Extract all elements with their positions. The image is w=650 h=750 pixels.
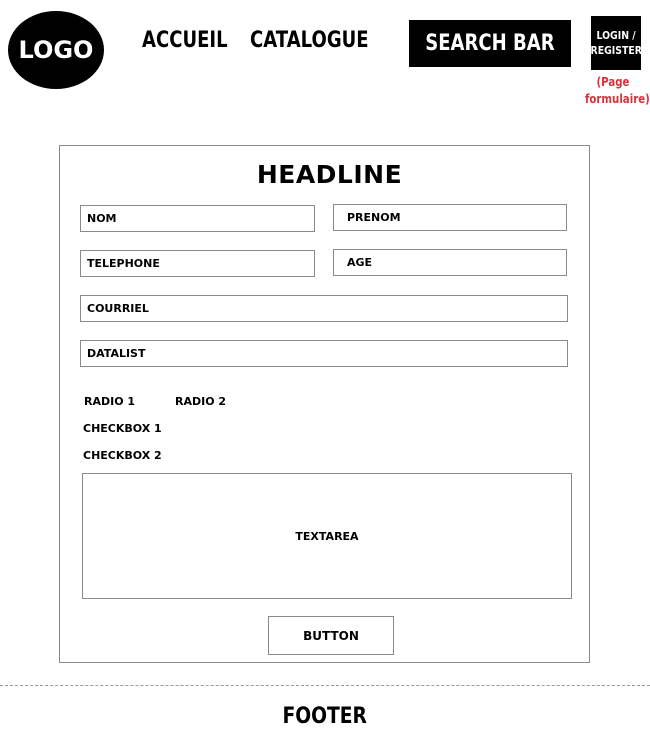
- checkbox-1[interactable]: CHECKBOX 1: [83, 422, 162, 435]
- telephone-field[interactable]: TELEPHONE: [80, 250, 315, 277]
- nom-placeholder: NOM: [87, 212, 117, 225]
- logo-text: LOGO: [18, 36, 94, 64]
- radio-2[interactable]: RADIO 2: [175, 395, 226, 408]
- checkbox-2[interactable]: CHECKBOX 2: [83, 449, 162, 462]
- prenom-placeholder: PRENOM: [347, 211, 401, 224]
- footer-divider: [0, 685, 650, 686]
- nom-field[interactable]: NOM: [80, 205, 315, 232]
- textarea[interactable]: TEXTAREA: [82, 473, 572, 599]
- nav-link-accueil[interactable]: ACCUEIL: [142, 28, 228, 53]
- age-field[interactable]: AGE: [333, 249, 567, 276]
- login-register-button[interactable]: LOGIN / REGISTER: [590, 16, 642, 70]
- submit-button-label: BUTTON: [303, 628, 359, 643]
- datalist-placeholder: DATALIST: [87, 347, 146, 360]
- form-headline: HEADLINE: [256, 160, 403, 189]
- submit-button[interactable]: BUTTON: [268, 616, 394, 655]
- age-placeholder: AGE: [347, 256, 373, 269]
- search-bar-label: SEARCH BAR: [425, 31, 555, 56]
- search-bar[interactable]: SEARCH BAR: [409, 20, 571, 67]
- textarea-placeholder: TEXTAREA: [295, 529, 359, 543]
- login-annotation: (Page formulaire): [580, 74, 650, 108]
- footer-label: FOOTER: [282, 704, 368, 729]
- telephone-placeholder: TELEPHONE: [87, 257, 160, 270]
- footer: FOOTER: [0, 704, 650, 729]
- nav-link-catalogue[interactable]: CATALOGUE: [250, 28, 369, 53]
- login-label-line1: LOGIN /: [596, 29, 636, 42]
- radio-1[interactable]: RADIO 1: [84, 395, 135, 408]
- datalist-field[interactable]: DATALIST: [80, 340, 568, 367]
- courriel-field[interactable]: COURRIEL: [80, 295, 568, 322]
- login-annotation-line1: (Page: [596, 75, 630, 89]
- prenom-field[interactable]: PRENOM: [333, 204, 567, 231]
- courriel-placeholder: COURRIEL: [87, 302, 149, 315]
- logo[interactable]: LOGO: [8, 11, 104, 89]
- login-annotation-line2: formulaire): [584, 92, 650, 106]
- login-label-line2: REGISTER: [590, 44, 642, 57]
